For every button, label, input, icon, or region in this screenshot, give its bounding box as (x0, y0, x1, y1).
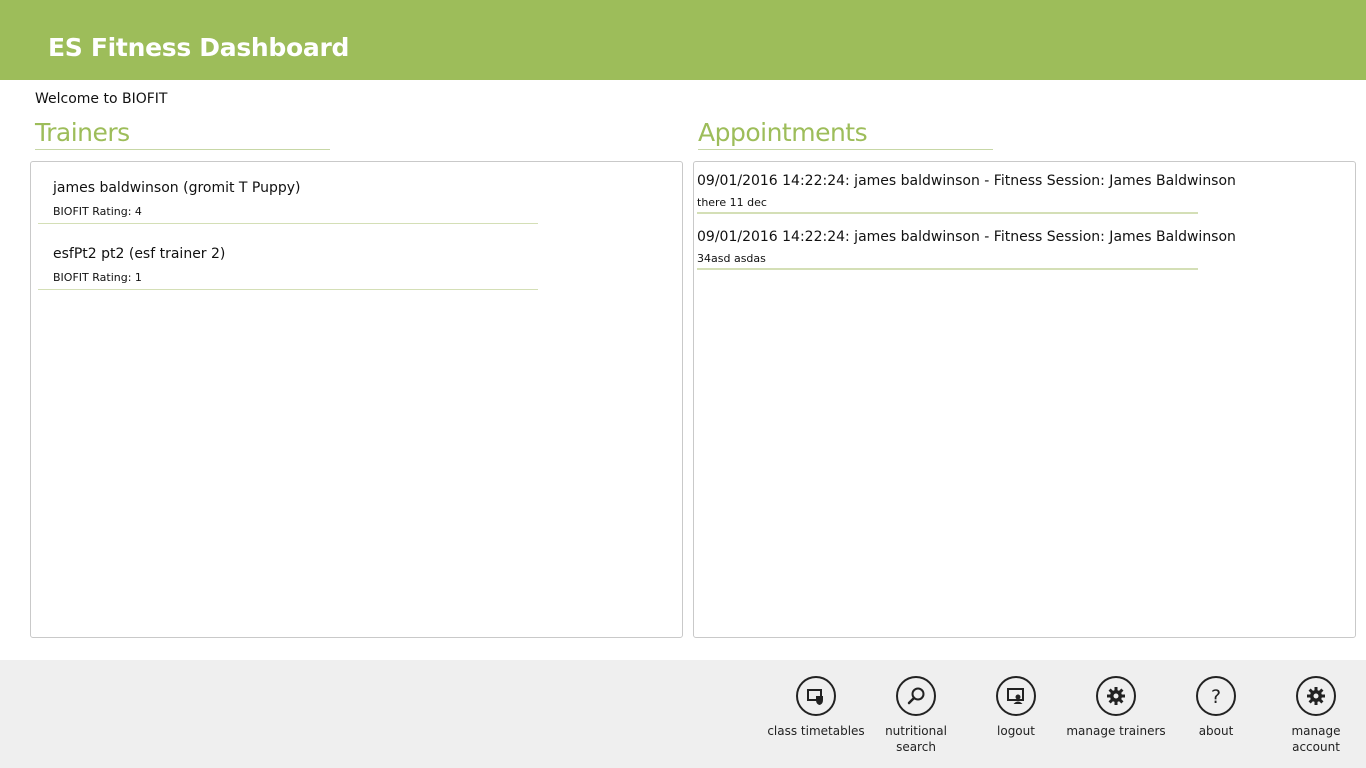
user-screen-icon (996, 676, 1036, 716)
appointment-note: 34asd asdas (697, 252, 766, 265)
appointment-list-item[interactable]: 09/01/2016 14:22:24: james baldwinson - … (697, 162, 1236, 214)
class-timetables-button[interactable]: class timetables (766, 676, 866, 766)
class-timetables-label: class timetables (767, 724, 865, 738)
appointments-heading: Appointments (698, 118, 868, 147)
trainer-list-item[interactable]: james baldwinson (gromit T Puppy) BIOFIT… (38, 168, 538, 224)
trainer-rating: BIOFIT Rating: 1 (53, 271, 142, 284)
nutritional-search-button[interactable]: nutritional search (866, 676, 966, 766)
trainers-heading: Trainers (35, 118, 130, 147)
manage-account-label: manage account (1291, 724, 1341, 754)
trainer-name: esfPt2 pt2 (esf trainer 2) (53, 246, 226, 262)
search-icon (896, 676, 936, 716)
trainers-heading-underline (35, 149, 330, 150)
appointment-list-item[interactable]: 09/01/2016 14:22:24: james baldwinson - … (697, 218, 1236, 270)
manage-trainers-button[interactable]: manage trainers (1066, 676, 1166, 766)
trainer-list-item[interactable]: esfPt2 pt2 (esf trainer 2) BIOFIT Rating… (38, 234, 538, 290)
question-icon: ? (1196, 676, 1236, 716)
logout-button[interactable]: logout (966, 676, 1066, 766)
about-label: about (1198, 724, 1234, 738)
header-bar: ES Fitness Dashboard (0, 0, 1366, 80)
gear-icon (1296, 676, 1336, 716)
welcome-text: Welcome to BIOFIT (35, 91, 168, 107)
nutritional-search-label: nutritional search (885, 724, 947, 754)
trainers-list[interactable]: james baldwinson (gromit T Puppy) BIOFIT… (30, 161, 683, 638)
calendar-shield-icon (796, 676, 836, 716)
appointment-note: there 11 dec (697, 196, 767, 209)
manage-account-button[interactable]: manage account (1266, 676, 1366, 766)
app-bar: class timetables nutritional search logo… (0, 660, 1366, 768)
trainer-name: james baldwinson (gromit T Puppy) (53, 180, 301, 196)
page-title: ES Fitness Dashboard (48, 33, 350, 62)
appointment-summary: 09/01/2016 14:22:24: james baldwinson - … (697, 229, 1236, 245)
svg-text:?: ? (1211, 686, 1221, 707)
trainer-rating: BIOFIT Rating: 4 (53, 205, 142, 218)
gear-icon (1096, 676, 1136, 716)
appointments-list[interactable]: 09/01/2016 14:22:24: james baldwinson - … (693, 161, 1356, 638)
appointments-heading-underline (698, 149, 993, 150)
about-button[interactable]: ? about (1166, 676, 1266, 766)
logout-label: logout (997, 724, 1035, 738)
manage-trainers-label: manage trainers (1066, 724, 1166, 738)
appointment-summary: 09/01/2016 14:22:24: james baldwinson - … (697, 173, 1236, 189)
